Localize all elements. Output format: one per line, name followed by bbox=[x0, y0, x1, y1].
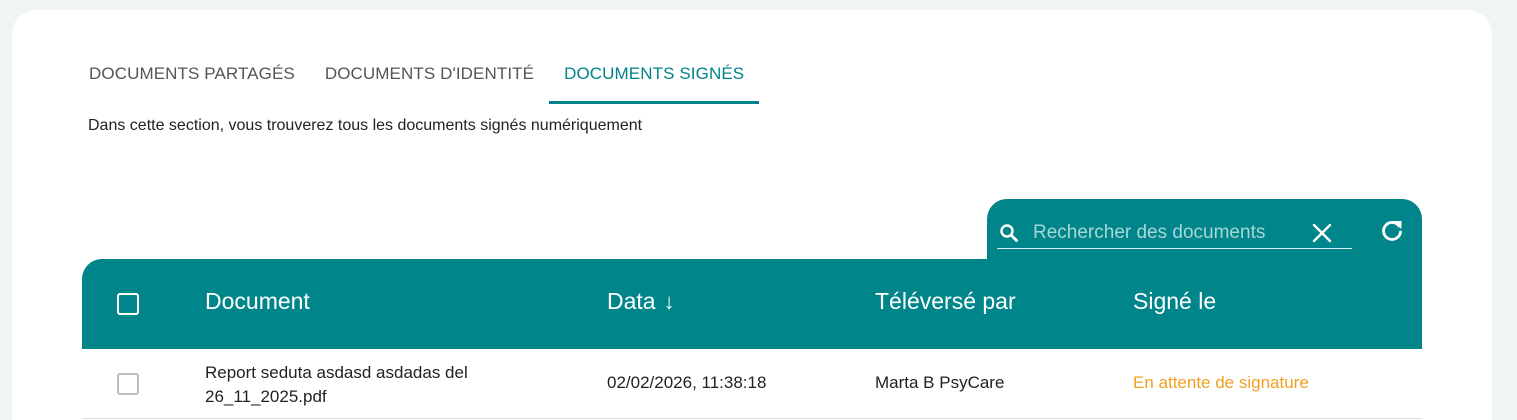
column-header-document[interactable]: Document bbox=[205, 288, 310, 315]
document-date: 02/02/2026, 11:38:18 bbox=[607, 373, 767, 392]
tab-bar: DOCUMENTS PARTAGÉS DOCUMENTS D'IDENTITÉ … bbox=[74, 50, 760, 104]
tab-signed-documents[interactable]: DOCUMENTS SIGNÉS bbox=[549, 50, 760, 104]
document-name-line2: 26_11_2025.pdf bbox=[205, 387, 327, 406]
documents-table: Document Data ↓ Téléversé par Signé le R… bbox=[82, 259, 1422, 419]
column-header-uploaded-by[interactable]: Téléversé par bbox=[875, 288, 1016, 315]
document-name-line1: Report seduta asdasd asdadas del bbox=[205, 363, 468, 382]
arrow-down-icon: ↓ bbox=[663, 288, 675, 314]
table-header: Document Data ↓ Téléversé par Signé le bbox=[82, 259, 1422, 349]
search-icon bbox=[999, 223, 1019, 243]
column-header-date-label: Data bbox=[607, 288, 656, 314]
search-input[interactable] bbox=[1033, 221, 1293, 244]
refresh-icon[interactable] bbox=[1379, 218, 1405, 244]
tab-shared-documents[interactable]: DOCUMENTS PARTAGÉS bbox=[74, 50, 310, 104]
document-name[interactable]: Report seduta asdasd asdadas del 26_11_2… bbox=[205, 361, 535, 409]
column-header-signed-on[interactable]: Signé le bbox=[1133, 288, 1216, 315]
section-description: Dans cette section, vous trouverez tous … bbox=[88, 117, 643, 134]
column-header-date[interactable]: Data ↓ bbox=[607, 288, 675, 315]
documents-card: DOCUMENTS PARTAGÉS DOCUMENTS D'IDENTITÉ … bbox=[12, 10, 1492, 420]
document-uploader: Marta B PsyCare bbox=[875, 373, 1005, 392]
search-field bbox=[997, 217, 1352, 249]
close-icon[interactable] bbox=[1310, 221, 1334, 245]
signature-status: En attente de signature bbox=[1133, 373, 1309, 392]
tab-identity-documents[interactable]: DOCUMENTS D'IDENTITÉ bbox=[310, 50, 549, 104]
row-checkbox[interactable] bbox=[117, 373, 139, 395]
table-row[interactable]: Report seduta asdasd asdadas del 26_11_2… bbox=[82, 349, 1422, 419]
select-all-checkbox[interactable] bbox=[117, 293, 139, 315]
